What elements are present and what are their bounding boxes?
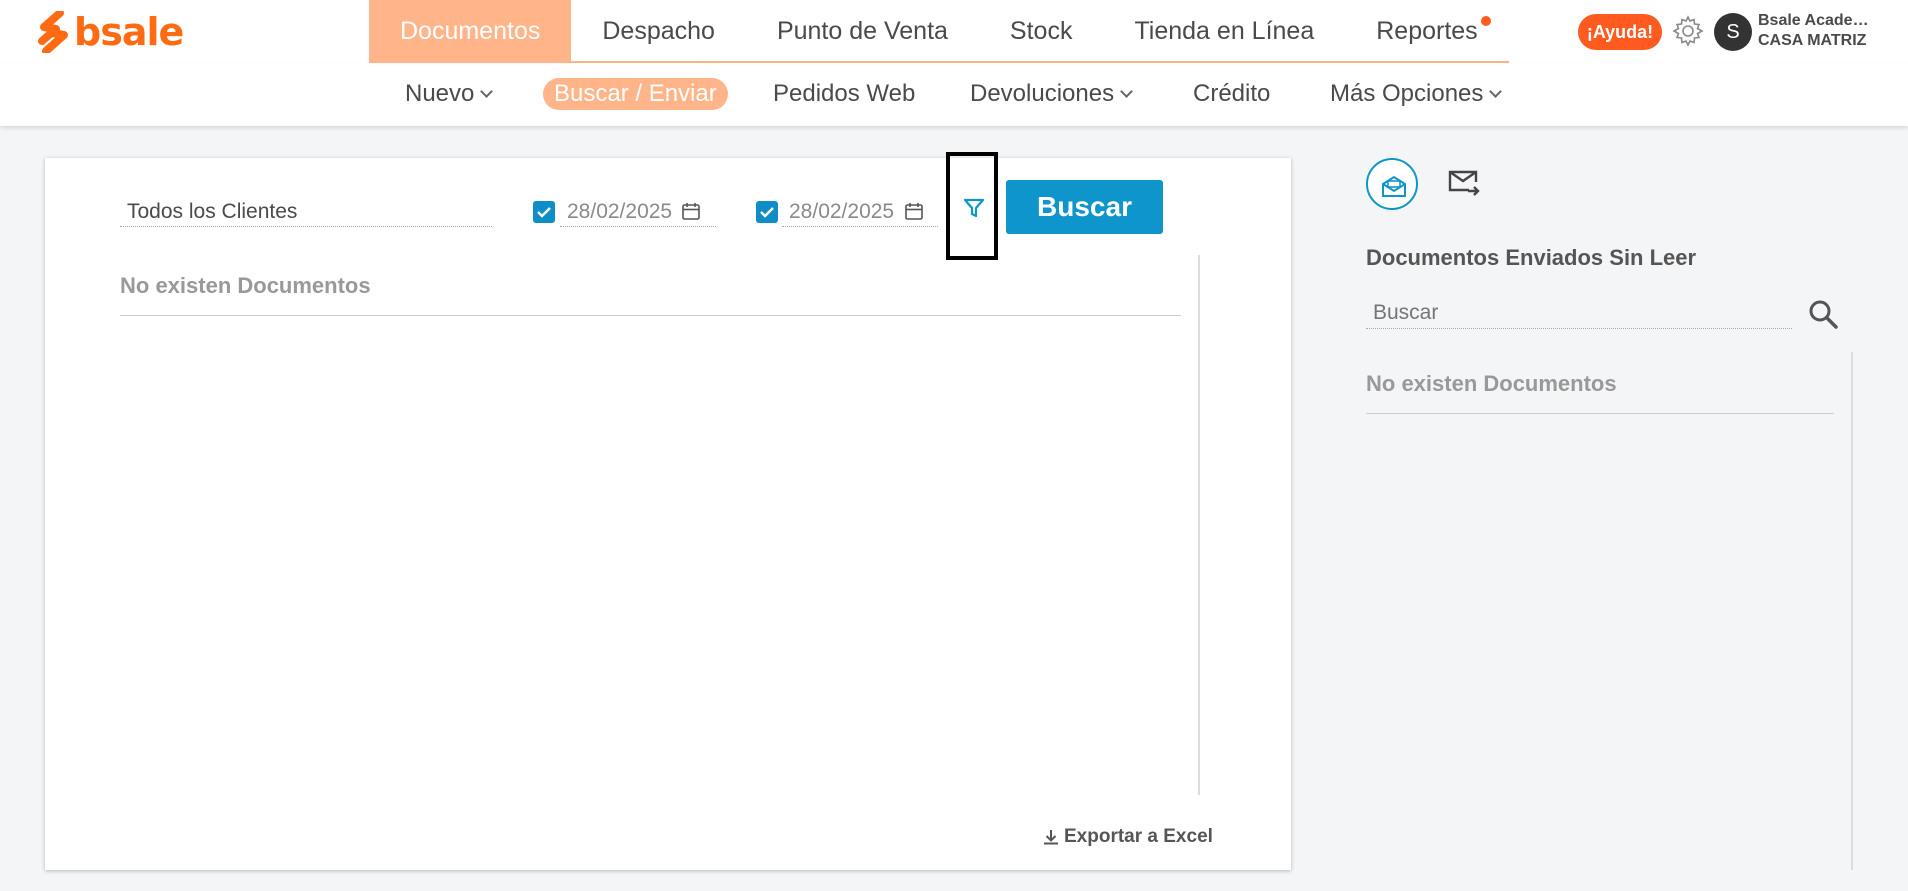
nav-item-reportes[interactable]: Reportes xyxy=(1345,0,1508,63)
nav-item-punto-de-venta[interactable]: Punto de Venta xyxy=(746,0,979,63)
notification-dot xyxy=(1480,16,1491,26)
bsale-logo[interactable]: bsale xyxy=(38,10,184,54)
subnav-mas-opciones-label: Más Opciones xyxy=(1330,80,1484,107)
search-button[interactable]: Buscar xyxy=(1006,180,1163,234)
check-icon xyxy=(537,207,551,218)
subnav-devoluciones[interactable]: Devoluciones xyxy=(970,78,1133,110)
subnav-nuevo-label: Nuevo xyxy=(405,80,475,107)
unread-docs-empty-message: No existen Documentos xyxy=(1366,371,1617,396)
client-filter-input[interactable] xyxy=(120,197,492,227)
empty-results-message: No existen Documentos xyxy=(120,273,371,298)
results-divider xyxy=(120,315,1181,316)
gear-icon[interactable] xyxy=(1671,14,1705,48)
mail-forward-icon[interactable] xyxy=(1447,168,1481,198)
unread-docs-search-input[interactable] xyxy=(1366,297,1792,329)
inbox-icon xyxy=(1382,175,1406,197)
results-scrollbar-track[interactable] xyxy=(1198,255,1200,795)
subnav-credito[interactable]: Crédito xyxy=(1193,78,1270,110)
search-icon[interactable] xyxy=(1807,298,1839,330)
filter-icon[interactable] xyxy=(962,196,986,220)
chevron-down-icon xyxy=(1489,85,1503,98)
export-excel-button[interactable]: Exportar a Excel xyxy=(1042,826,1213,848)
sub-nav: Nuevo Buscar / Enviar Pedidos Web Devolu… xyxy=(0,63,1908,126)
user-menu[interactable]: Bsale Academ... CASA MATRIZ xyxy=(1758,11,1878,51)
help-button[interactable]: ¡Ayuda! xyxy=(1578,14,1662,50)
inbox-toggle-button[interactable] xyxy=(1366,158,1418,210)
unread-docs-divider xyxy=(1366,413,1834,414)
export-excel-label: Exportar a Excel xyxy=(1064,826,1213,847)
subnav-buscar-enviar[interactable]: Buscar / Enviar xyxy=(543,78,728,110)
brand-name: bsale xyxy=(74,10,184,54)
subnav-mas-opciones[interactable]: Más Opciones xyxy=(1330,78,1503,110)
subnav-pedidos-web[interactable]: Pedidos Web xyxy=(773,78,915,110)
top-bar: bsale Documentos Despacho Punto de Venta… xyxy=(0,0,1908,63)
nav-item-stock[interactable]: Stock xyxy=(979,0,1104,63)
user-name: Bsale Academ... xyxy=(1758,12,1878,29)
date-from-checkbox[interactable] xyxy=(533,201,555,223)
nav-item-despacho[interactable]: Despacho xyxy=(571,0,746,63)
download-icon xyxy=(1044,830,1058,845)
subnav-devoluciones-label: Devoluciones xyxy=(970,80,1115,107)
unread-docs-title: Documentos Enviados Sin Leer xyxy=(1366,245,1697,270)
bsale-logo-icon xyxy=(38,11,68,53)
check-icon xyxy=(760,207,774,218)
documents-card xyxy=(45,158,1291,870)
side-panel-scrollbar-track[interactable] xyxy=(1851,352,1853,870)
main-nav: Documentos Despacho Punto de Venta Stock… xyxy=(369,0,1509,63)
calendar-icon[interactable] xyxy=(681,201,701,221)
nav-item-documentos[interactable]: Documentos xyxy=(369,0,572,63)
nav-item-reportes-label: Reportes xyxy=(1376,17,1478,45)
chevron-down-icon xyxy=(1120,85,1133,98)
nav-item-tienda-en-linea[interactable]: Tienda en Línea xyxy=(1103,0,1345,63)
user-avatar[interactable]: S xyxy=(1714,13,1752,51)
branch-name: CASA MATRIZ xyxy=(1758,32,1867,49)
calendar-icon[interactable] xyxy=(904,201,924,221)
subnav-nuevo[interactable]: Nuevo xyxy=(405,78,494,110)
chevron-down-icon xyxy=(480,85,494,98)
date-to-checkbox[interactable] xyxy=(756,201,778,223)
